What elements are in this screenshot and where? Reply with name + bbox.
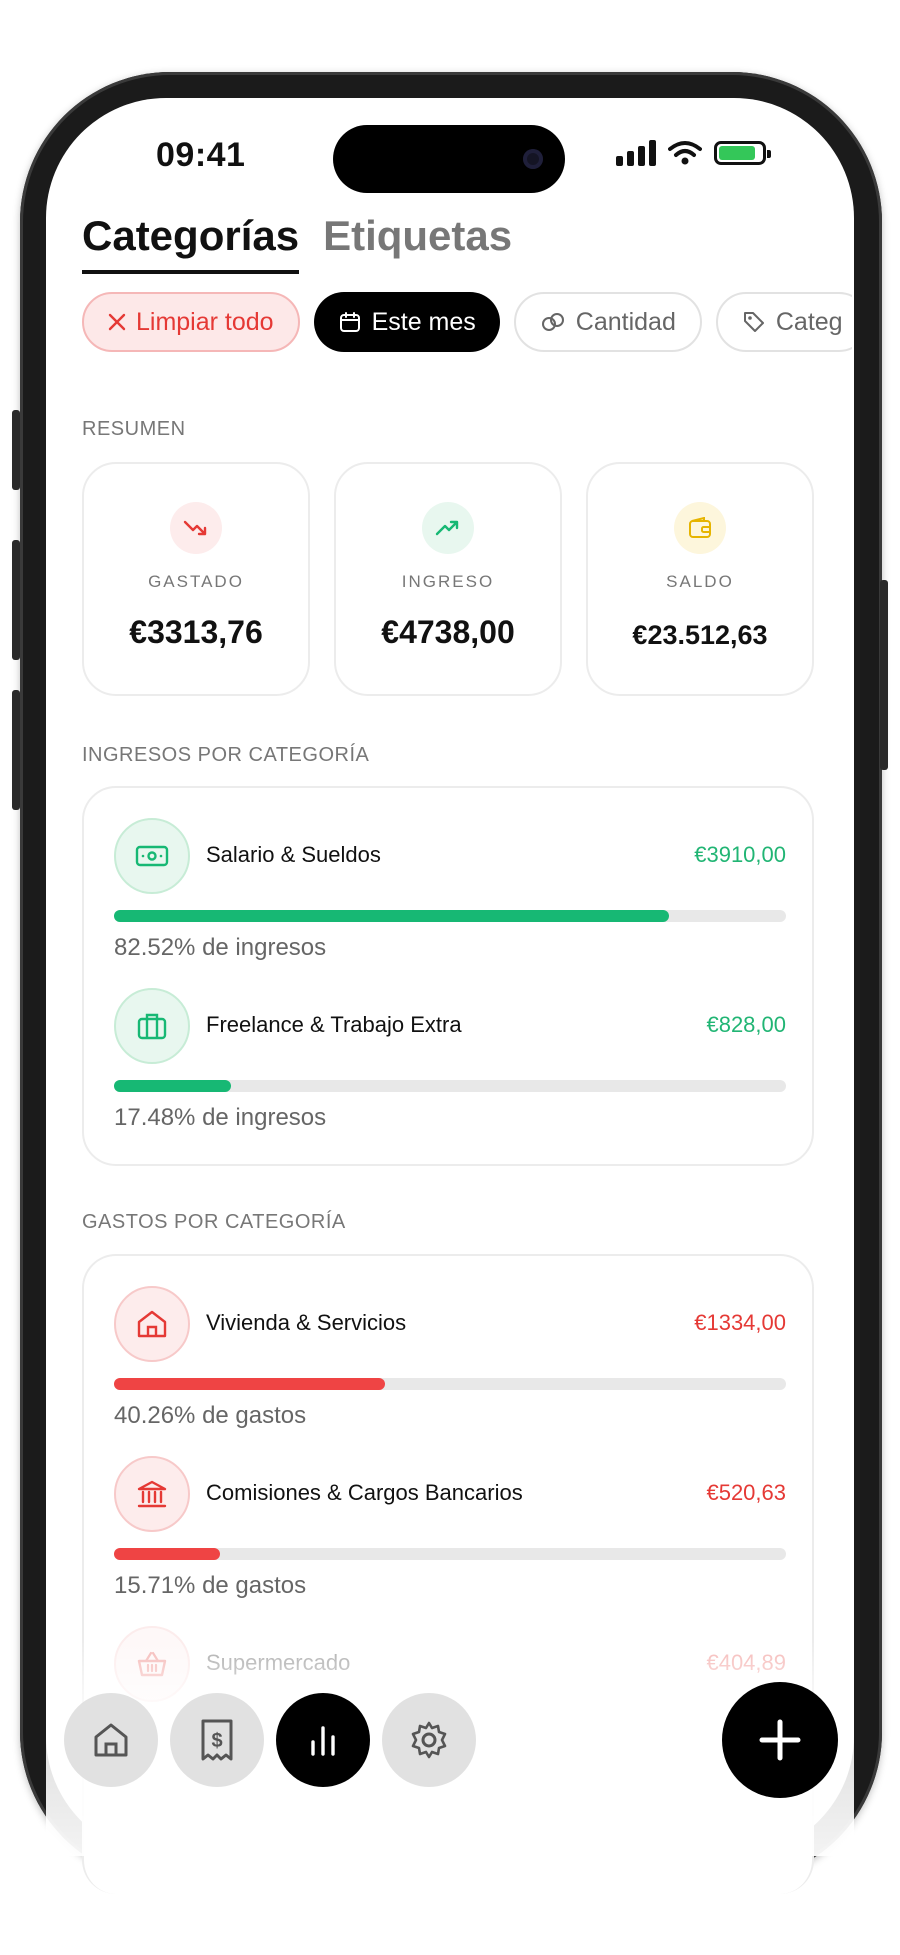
basket-icon — [114, 1626, 190, 1702]
clear-all-chip[interactable]: Limpiar todo — [82, 292, 300, 352]
clear-all-label: Limpiar todo — [136, 307, 274, 336]
spent-card[interactable]: GASTADO €3313,76 — [82, 462, 310, 696]
wifi-icon — [668, 141, 702, 165]
wallet-icon — [674, 502, 726, 554]
banknote-icon — [114, 818, 190, 894]
category-name: Vivienda & Servicios — [206, 1310, 407, 1335]
calendar-icon — [339, 312, 360, 332]
amount-chip[interactable]: Cantidad — [513, 292, 702, 352]
income-heading: INGRESOS POR CATEGORÍA — [82, 744, 370, 766]
income-value: €4738,00 — [381, 614, 515, 650]
power-button — [880, 580, 888, 770]
tab-etiquetas[interactable]: Etiquetas — [323, 212, 512, 274]
share-bar — [114, 910, 669, 922]
chart-icon — [311, 1726, 335, 1756]
income-panel: Salario & Sueldos €3910,00 82.52% de ing… — [82, 786, 814, 1166]
category-amount: €404,89 — [706, 1650, 786, 1675]
nav-transactions-button[interactable]: $ — [170, 1693, 264, 1787]
category-label: Categ — [775, 307, 843, 336]
home-icon — [94, 1723, 128, 1757]
share-track — [114, 1080, 786, 1092]
status-icons — [616, 140, 771, 166]
share-track — [114, 910, 786, 922]
nav-settings-button[interactable] — [382, 1693, 476, 1787]
expenses-heading: GASTOS POR CATEGORÍA — [82, 1211, 346, 1233]
this-month-chip[interactable]: Este mes — [313, 292, 500, 352]
balance-label: SALDO — [666, 572, 734, 591]
share-percent: 15.71% de gastos — [114, 1572, 307, 1599]
category-amount: €828,00 — [706, 1012, 786, 1037]
nav-stats-button[interactable] — [276, 1693, 370, 1787]
close-icon — [108, 313, 126, 331]
svg-text:$: $ — [211, 1730, 222, 1752]
link-icon — [541, 313, 564, 331]
plus-icon — [759, 1719, 801, 1761]
category-name: Supermercado — [206, 1650, 351, 1675]
tab-categorias[interactable]: Categorías — [82, 212, 300, 274]
camera-icon — [523, 149, 543, 169]
spent-label: GASTADO — [148, 572, 244, 591]
bank-icon — [114, 1456, 190, 1532]
view-tabs: Categorías Etiquetas — [82, 212, 512, 274]
add-transaction-button[interactable] — [722, 1682, 838, 1798]
trending-up-icon — [422, 502, 474, 554]
spent-value: €3313,76 — [129, 614, 263, 650]
signal-icon — [616, 140, 656, 166]
category-amount: €520,63 — [706, 1480, 786, 1505]
income-label: INGRESO — [401, 572, 495, 591]
income-card[interactable]: INGRESO €4738,00 — [334, 462, 562, 696]
share-percent: 17.48% de ingresos — [114, 1104, 327, 1131]
this-month-label: Este mes — [371, 307, 476, 336]
house-icon — [114, 1286, 190, 1362]
balance-card[interactable]: SALDO €23.512,63 — [586, 462, 814, 696]
share-bar — [114, 1548, 220, 1560]
category-name: Freelance & Trabajo Extra — [206, 1012, 462, 1037]
gear-icon — [411, 1721, 447, 1759]
dynamic-island — [333, 125, 565, 193]
filter-chips: Limpiar todo Este mes Cantidad Categ — [82, 292, 852, 352]
category-amount: €3910,00 — [694, 842, 786, 867]
balance-value: €23.512,63 — [632, 620, 768, 650]
category-chip[interactable]: Categ — [715, 292, 852, 352]
briefcase-icon — [114, 988, 190, 1064]
amount-label: Cantidad — [575, 307, 676, 336]
receipt-icon: $ — [201, 1719, 233, 1761]
category-amount: €1334,00 — [694, 1310, 786, 1335]
trending-down-icon — [170, 502, 222, 554]
summary-heading: RESUMEN — [82, 418, 186, 440]
nav-home-button[interactable] — [64, 1693, 158, 1787]
summary-cards: GASTADO €3313,76 INGRESO €4738,00 SALDO … — [82, 462, 814, 696]
share-bar — [114, 1080, 232, 1092]
expenses-panel: Vivienda & Servicios €1334,00 40.26% de … — [82, 1254, 814, 1894]
mute-switch — [12, 410, 20, 490]
status-time: 09:41 — [156, 136, 246, 174]
share-track — [114, 1378, 786, 1390]
volume-down-button — [12, 690, 20, 810]
share-percent: 82.52% de ingresos — [114, 934, 327, 961]
share-percent: 40.26% de gastos — [114, 1402, 307, 1429]
volume-up-button — [12, 540, 20, 660]
share-bar — [114, 1378, 385, 1390]
share-track — [114, 1548, 786, 1560]
battery-icon — [714, 141, 771, 165]
category-name: Comisiones & Cargos Bancarios — [206, 1480, 523, 1505]
tag-icon — [743, 312, 764, 332]
category-name: Salario & Sueldos — [206, 842, 381, 867]
